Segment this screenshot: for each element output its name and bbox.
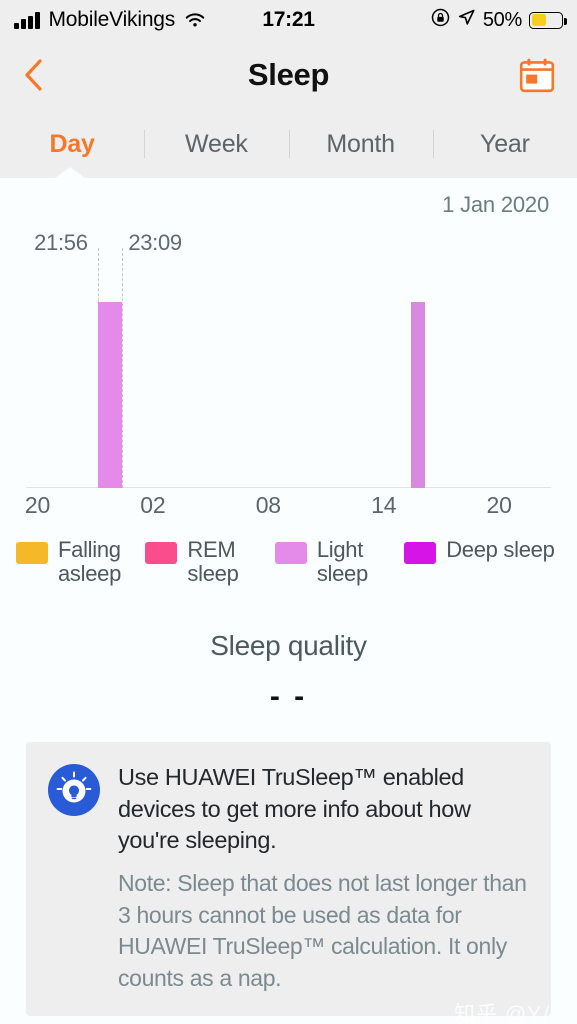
battery-icon (529, 12, 563, 29)
chart-x-tick: 14 (371, 492, 396, 519)
legend-swatch (145, 542, 177, 564)
carrier-label: MobileVikings (49, 8, 176, 32)
active-tab-indicator (55, 167, 85, 178)
chart-bar[interactable] (411, 302, 425, 488)
trusleep-info-card: Use HUAWEI TruSleep™ enabled devices to … (26, 742, 551, 1016)
chart-time-annotation: 21:56 (34, 230, 88, 256)
chart-x-tick: 20 (25, 492, 50, 519)
bottom-bar-wrapper: 知乎 @Y/ (0, 1016, 577, 1024)
tab-day[interactable]: Day (0, 130, 144, 159)
tab-month[interactable]: Month (289, 130, 433, 159)
app-screen: MobileVikings 17:21 50% Sleep Day Week M… (0, 0, 577, 1024)
sleep-bar-chart[interactable]: 20 02 08 14 20 21:56 23:09 (0, 224, 577, 524)
tab-week[interactable]: Week (144, 130, 288, 159)
chart-x-tick: 08 (256, 492, 281, 519)
lightbulb-icon (48, 764, 100, 816)
status-bar: MobileVikings 17:21 50% (0, 0, 577, 40)
rotation-lock-icon (431, 8, 450, 32)
page-title: Sleep (0, 57, 577, 93)
status-bar-right: 50% (431, 8, 563, 32)
nav-bar: Sleep (0, 40, 577, 110)
period-tabs: Day Week Month Year (0, 110, 577, 178)
legend-swatch (16, 542, 48, 564)
calendar-icon[interactable] (519, 57, 555, 93)
chart-legend: Falling asleep REM sleep Light sleep Deep s… (0, 530, 577, 602)
legend-item: REM sleep (145, 538, 270, 586)
legend-item: Deep sleep (404, 538, 561, 564)
sleep-quality-section: Sleep quality - - (0, 602, 577, 736)
chart-x-axis: 20 02 08 14 20 (0, 492, 577, 524)
wifi-icon (184, 12, 206, 29)
legend-item: Falling asleep (16, 538, 141, 586)
legend-swatch (404, 542, 436, 564)
legend-item: Light sleep (275, 538, 400, 586)
legend-label: Deep sleep (446, 538, 554, 562)
info-note-text: Note: Sleep that does not last longer th… (118, 868, 529, 994)
chart-date-label: 1 Jan 2020 (0, 178, 577, 218)
legend-label: Falling asleep (58, 538, 121, 586)
tab-year[interactable]: Year (433, 130, 577, 159)
battery-percent-label: 50% (483, 9, 522, 32)
chart-x-tick: 20 (487, 492, 512, 519)
info-main-text: Use HUAWEI TruSleep™ enabled devices to … (118, 762, 529, 856)
sleep-quality-value: - - (0, 680, 577, 714)
status-bar-left: MobileVikings (14, 8, 206, 32)
legend-label: Light sleep (317, 538, 368, 586)
chart-x-tick: 02 (140, 492, 165, 519)
chart-guide-line (122, 248, 123, 488)
sleep-chart-card: 1 Jan 2020 20 02 08 14 20 21:56 23:09 (0, 178, 577, 530)
legend-label: REM sleep (187, 538, 238, 586)
sleep-quality-title: Sleep quality (0, 630, 577, 662)
chart-time-annotation: 23:09 (128, 230, 182, 256)
location-arrow-icon (457, 8, 476, 32)
legend-swatch (275, 542, 307, 564)
chart-bar[interactable] (98, 302, 122, 488)
info-card-wrapper: Use HUAWEI TruSleep™ enabled devices to … (0, 736, 577, 1016)
cellular-signal-icon (14, 12, 40, 29)
info-card-text: Use HUAWEI TruSleep™ enabled devices to … (118, 762, 529, 994)
